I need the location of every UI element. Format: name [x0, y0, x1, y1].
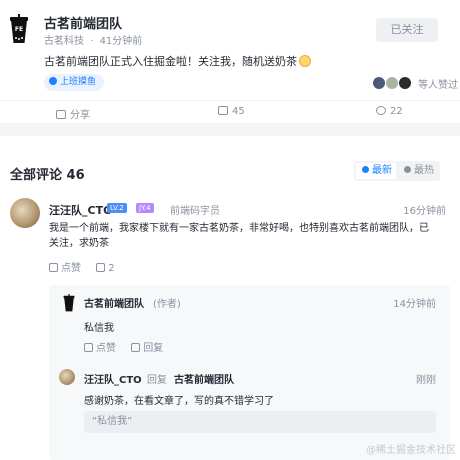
comment-reply-button[interactable]: 2	[96, 263, 115, 274]
reply2-text: 感谢奶茶，在看文章了，写的真不错学习了	[84, 396, 274, 407]
reply-actions: 点赞 回复	[84, 339, 175, 354]
reply-avatar[interactable]	[59, 369, 75, 385]
sort-toggle: 最新 最热	[354, 161, 440, 181]
level-badge[interactable]: LV.2	[107, 203, 127, 213]
fe-cup-logo-icon[interactable]: FE	[10, 14, 28, 44]
commenter-avatar[interactable]	[10, 198, 40, 228]
reply-time: 14分钟前	[393, 299, 436, 310]
clock-icon	[362, 166, 369, 173]
fe-logo-text: FE	[15, 26, 23, 33]
likers-text: 等人赞过	[418, 80, 458, 91]
reply-reply-button[interactable]: 回复	[131, 339, 163, 354]
reply2-time: 刚刚	[416, 375, 436, 386]
reply-to-word: 回复	[147, 375, 167, 386]
post-author-name[interactable]: 古茗前端团队	[44, 13, 122, 32]
like-count: 22	[390, 106, 403, 117]
reply-author-name[interactable]: 古茗前端团队	[84, 295, 144, 310]
reply-like-button[interactable]: 点赞	[84, 339, 116, 354]
liker-avatar[interactable]	[385, 76, 399, 90]
fish-icon	[49, 77, 57, 85]
comment-count: 45	[232, 106, 245, 117]
sort-newest-button[interactable]: 最新	[356, 163, 396, 179]
post-time: 41分钟前	[99, 36, 143, 47]
liker-avatar[interactable]	[398, 76, 412, 90]
comments-count: 46	[66, 168, 85, 183]
post-meta: 古茗科技 · 41分钟前	[44, 32, 142, 47]
post-text-body: 古茗前端团队正式入住掘金啦！关注我，随机送奶茶	[44, 55, 297, 68]
replies-panel: 古茗前端团队 (作者) 14分钟前 私信我 点赞 回复 汪汪队_CTO 回复 古…	[49, 285, 450, 460]
post-action-bar: 分享 45 22	[0, 100, 460, 122]
reply2-author-name[interactable]: 汪汪队_CTO	[84, 371, 142, 386]
comment-actions: 点赞 2	[49, 259, 127, 274]
commenter-name[interactable]: 汪汪队_CTO	[49, 202, 112, 218]
fe-cup-logo-icon[interactable]	[63, 294, 75, 312]
quoted-reply: “私信我”	[84, 411, 436, 433]
section-divider	[0, 123, 460, 136]
thumbs-up-icon	[376, 106, 386, 115]
comments-title-label: 全部评论	[10, 168, 63, 183]
like-button[interactable]: 22	[376, 106, 403, 117]
comments-title: 全部评论 46	[10, 164, 85, 183]
comment-like-button[interactable]: 点赞	[49, 259, 81, 274]
follow-button[interactable]: 已关注	[376, 18, 438, 42]
share-button[interactable]: 分享	[56, 106, 90, 121]
comment-icon	[218, 106, 228, 115]
comment-icon	[96, 263, 106, 272]
reply-like-label: 点赞	[96, 343, 116, 354]
reply-target-name[interactable]: 古茗前端团队	[174, 371, 234, 386]
flame-icon	[404, 166, 411, 173]
sort-hot-label: 最热	[414, 165, 434, 176]
sort-hot-button[interactable]: 最热	[400, 163, 434, 179]
watermark: @稀土掘金技术社区	[366, 445, 456, 456]
comment-time: 16分钟前	[403, 206, 446, 217]
author-tag: (作者)	[153, 299, 181, 310]
jy-badge[interactable]: JY.4	[136, 203, 154, 213]
post-text: 古茗前端团队正式入住掘金啦！关注我，随机送奶茶	[44, 53, 311, 69]
comment-like-label: 点赞	[61, 263, 81, 274]
share-label: 分享	[70, 110, 90, 121]
reply-text: 私信我	[84, 323, 114, 334]
comment-text: 我是一个前端，我家楼下就有一家古茗奶茶，非常好喝，也特别喜欢古茗前端团队，已关注…	[49, 223, 429, 249]
post-company[interactable]: 古茗科技	[44, 36, 84, 47]
meta-separator: ·	[90, 36, 94, 47]
topic-tag-label: 上班摸鱼	[60, 77, 97, 87]
sort-newest-label: 最新	[372, 165, 392, 176]
liker-avatar[interactable]	[372, 76, 386, 90]
comment-reply-count: 2	[108, 263, 115, 274]
reply-reply-label: 回复	[143, 343, 164, 354]
topic-tag[interactable]: 上班摸鱼	[44, 74, 105, 91]
thumbs-up-icon	[84, 343, 93, 352]
commenter-role: 前端码字员	[170, 206, 220, 217]
post-card: FE 古茗前端团队 古茗科技 · 41分钟前 已关注 古茗前端团队正式入住掘金啦…	[0, 0, 460, 122]
comment-icon	[131, 343, 141, 352]
thumbs-up-icon	[49, 263, 58, 272]
cow-face-emoji-icon	[299, 55, 311, 67]
comment-button[interactable]: 45	[218, 106, 245, 117]
share-icon	[56, 110, 66, 119]
